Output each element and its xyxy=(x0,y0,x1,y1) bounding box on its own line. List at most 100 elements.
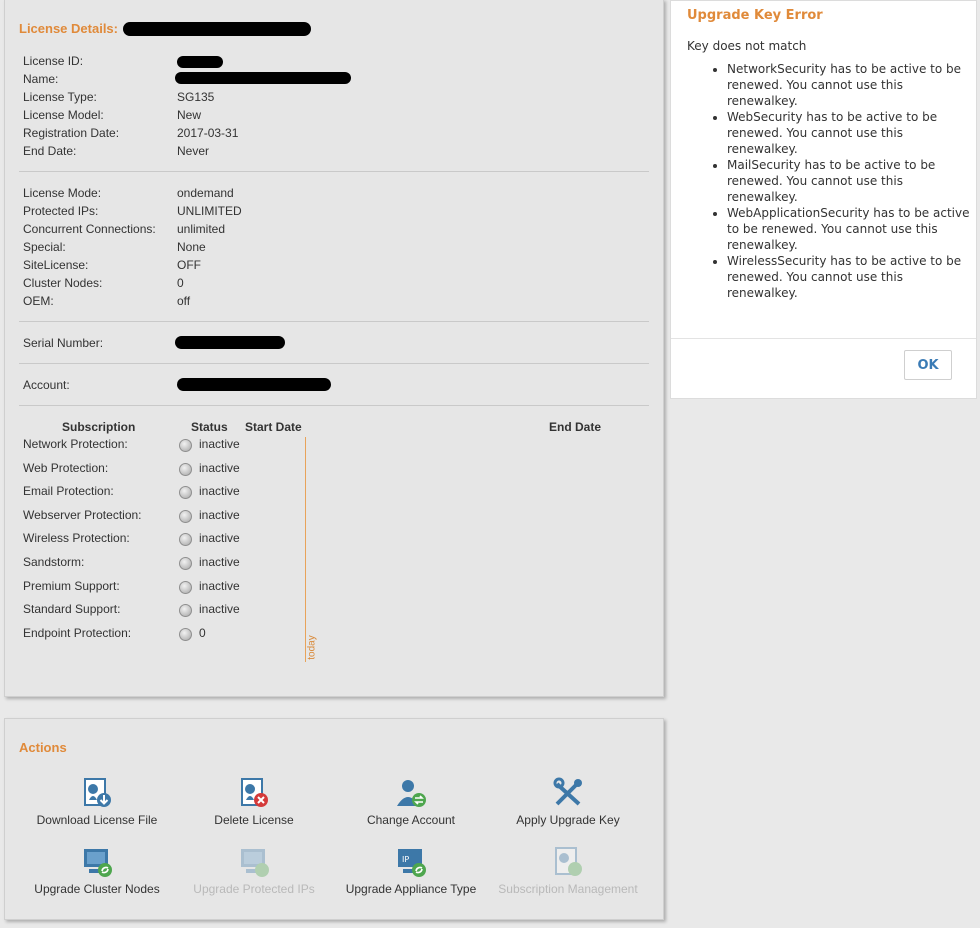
divider xyxy=(19,363,649,364)
actions-title: Actions xyxy=(19,740,67,755)
subscription-status: inactive xyxy=(199,437,240,451)
ok-button[interactable]: OK xyxy=(904,350,952,380)
license-details-panel: License Details: License ID: Name: License… xyxy=(4,0,664,697)
subscription-label: Email Protection: xyxy=(23,484,114,499)
license-mode-row: License Mode: ondemand xyxy=(23,184,643,202)
license-row: End Date: Never xyxy=(23,142,643,160)
upgrade-appliance-icon: IP xyxy=(394,845,428,879)
action-change-account[interactable]: Change Account xyxy=(333,776,489,827)
subscription-status: inactive xyxy=(199,555,240,569)
field-value: 0 xyxy=(177,276,184,290)
field-label: License Mode: xyxy=(23,186,102,200)
subscription-row: Wireless Protection: inactive xyxy=(23,528,303,548)
action-label: Delete License xyxy=(214,813,294,827)
action-label: Change Account xyxy=(366,813,456,827)
field-label: Special: xyxy=(23,240,66,254)
error-item: MailSecurity has to be active to be rene… xyxy=(727,157,972,205)
field-label: Cluster Nodes: xyxy=(23,276,103,290)
subscription-status: inactive xyxy=(199,602,240,617)
action-download-license[interactable]: Download License File xyxy=(19,776,175,827)
license-mode-row: OEM: off xyxy=(23,292,643,310)
field-label: OEM: xyxy=(23,294,54,308)
subscription-header: Subscription xyxy=(62,420,136,434)
dialog-title: Upgrade Key Error xyxy=(687,8,823,23)
action-subscription: Subscription Management xyxy=(490,845,646,896)
license-row: License Model: New xyxy=(23,106,643,124)
license-mode-row: Special: None xyxy=(23,238,643,256)
change-account-icon xyxy=(394,776,428,810)
start-date-header: Start Date xyxy=(245,420,302,434)
status-indicator-icon xyxy=(179,439,192,452)
subscription-row: Network Protection: inactive xyxy=(23,434,303,454)
license-mode-row: SiteLicense: OFF xyxy=(23,256,643,274)
today-marker-line xyxy=(305,437,306,662)
license-row: Registration Date: 2017-03-31 xyxy=(23,124,643,142)
serial-number-label: Serial Number: xyxy=(23,336,104,350)
field-value: OFF xyxy=(177,258,201,272)
field-value: None xyxy=(177,240,206,254)
subscription-label: Premium Support: xyxy=(23,578,120,593)
action-upgrade-cluster[interactable]: Upgrade Cluster Nodes xyxy=(19,845,175,896)
end-date-header: End Date xyxy=(549,420,602,434)
action-tools[interactable]: Apply Upgrade Key xyxy=(490,776,646,827)
action-label: Upgrade Appliance Type xyxy=(345,882,477,896)
subscription-row: Premium Support: inactive xyxy=(23,576,303,596)
subscription-label: Webserver Protection: xyxy=(23,507,142,522)
field-value: New xyxy=(177,108,202,122)
status-header: Status xyxy=(191,420,228,434)
account-label: Account: xyxy=(23,378,70,392)
subscription-status: inactive xyxy=(199,507,240,522)
field-value: 2017-03-31 xyxy=(177,126,239,140)
field-value: Never xyxy=(177,144,210,158)
action-upgrade-ips: Upgrade Protected IPs xyxy=(176,845,332,896)
subscription-status: inactive xyxy=(199,578,240,593)
subscription-label: Wireless Protection: xyxy=(23,531,130,546)
tools-icon xyxy=(551,776,585,810)
field-label: Name: xyxy=(23,72,59,86)
subscription-label: Network Protection: xyxy=(23,437,128,451)
redacted-name xyxy=(175,72,351,84)
action-label: Upgrade Protected IPs xyxy=(193,882,315,896)
field-label: Registration Date: xyxy=(23,126,120,140)
error-item: WebSecurity has to be active to be renew… xyxy=(727,109,972,157)
dialog-message: Key does not match xyxy=(687,39,807,53)
license-row: License ID: xyxy=(23,52,643,70)
redacted-license-id xyxy=(177,56,223,68)
subscription-icon xyxy=(551,845,585,879)
field-label: License Model: xyxy=(23,108,104,122)
upgrade-cluster-icon xyxy=(80,845,114,879)
subscription-row: Web Protection: inactive xyxy=(23,458,303,478)
account-row: Account: xyxy=(23,376,643,394)
field-label: License ID: xyxy=(23,54,84,68)
subscription-row: Sandstorm: inactive xyxy=(23,552,303,572)
status-indicator-icon xyxy=(179,509,192,523)
redacted-license-name xyxy=(123,22,311,36)
subscription-status: inactive xyxy=(199,484,240,499)
field-value: off xyxy=(177,294,191,308)
error-item: NetworkSecurity has to be active to be r… xyxy=(727,61,972,109)
upgrade-ips-icon xyxy=(237,845,271,879)
redacted-account xyxy=(177,378,331,391)
field-value: unlimited xyxy=(177,222,226,236)
status-indicator-icon xyxy=(179,557,192,570)
field-label: License Type: xyxy=(23,90,97,104)
subscription-row: Webserver Protection: inactive xyxy=(23,505,303,525)
field-label: Protected IPs: xyxy=(23,204,99,218)
subscription-label: Sandstorm: xyxy=(23,555,85,569)
status-indicator-icon xyxy=(179,604,192,618)
action-label: Download License File xyxy=(36,813,158,827)
divider xyxy=(19,171,649,172)
divider xyxy=(19,321,649,322)
error-item: WirelessSecurity has to be active to be … xyxy=(727,253,972,301)
action-delete-license[interactable]: Delete License xyxy=(176,776,332,827)
action-upgrade-appliance[interactable]: IP Upgrade Appliance Type xyxy=(333,845,489,896)
field-value: SG135 xyxy=(177,90,215,104)
license-details-title: License Details: xyxy=(19,21,118,36)
license-mode-row: Concurrent Connections: unlimited xyxy=(23,220,643,238)
field-value: UNLIMITED xyxy=(177,204,242,218)
subscription-row: Email Protection: inactive xyxy=(23,481,303,501)
field-value: ondemand xyxy=(177,186,234,200)
action-label: Subscription Management xyxy=(498,882,638,896)
svg-text:IP: IP xyxy=(402,855,409,864)
error-list: NetworkSecurity has to be active to be r… xyxy=(687,61,972,301)
